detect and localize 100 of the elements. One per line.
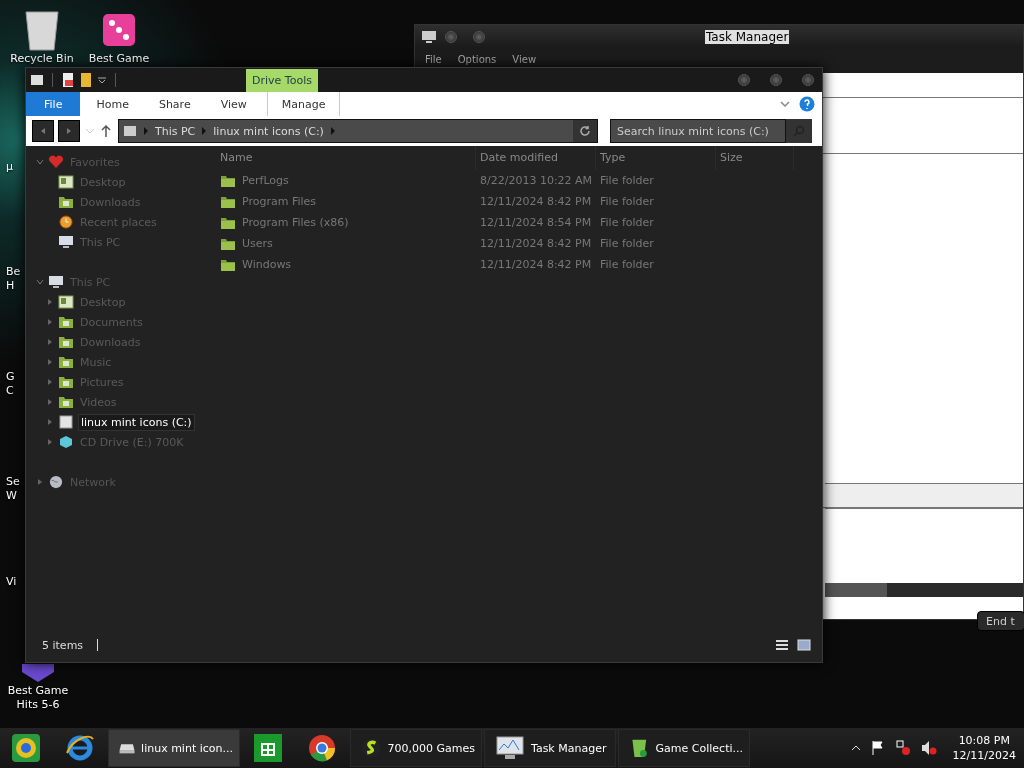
nav-item[interactable]: Downloads [78,194,143,210]
refresh-icon [579,125,591,137]
ribbon-tab[interactable]: File [26,92,81,116]
column-header[interactable]: Date modified [476,146,596,170]
ribbon-tab[interactable]: Home [82,92,143,116]
folder-icon[interactable] [79,72,93,88]
table-cell-text: File folder [599,195,655,208]
back-button[interactable] [32,120,54,142]
desktop-icon-label: C [6,384,14,398]
trash-bin-icon[interactable] [22,8,62,52]
forward-arrow-icon [65,127,73,135]
chevron-right-icon[interactable] [143,127,149,135]
desktop-icon-label: Best Game [88,52,150,66]
table-cell-text: File folder [599,237,655,250]
expand-arrow-icon[interactable] [46,298,54,306]
menu-item[interactable]: Options [457,53,497,65]
expand-arrow-icon[interactable] [46,338,54,346]
help-icon[interactable] [799,96,815,112]
folder-icon [220,257,236,272]
folder-icon [58,315,74,329]
folder-icon [220,236,236,251]
speaker-muted-icon[interactable] [920,740,937,756]
maximize-button[interactable] [473,31,485,43]
expand-arrow-icon[interactable] [46,358,54,366]
search-field[interactable]: Search linux mint icons (C:) [610,119,786,143]
taskbar-button[interactable]: 700,000 Games [350,729,482,767]
taskbar-button[interactable]: linux mint icon... [108,729,240,767]
clock[interactable]: 10:08 PM 12/11/2024 [952,733,1016,763]
window-title: Task Manager [705,30,790,44]
drive-icon [123,125,137,137]
browser-icon [11,733,41,763]
chevron-down-icon[interactable] [779,99,791,109]
file-name[interactable]: Windows [242,258,292,271]
horizontal-scrollbar[interactable] [825,583,1023,597]
expand-arrow-icon[interactable] [46,418,54,426]
menu-item[interactable]: File [425,53,442,65]
table-cell-text: File folder [599,258,655,271]
breadcrumb-item[interactable]: This PC [155,124,196,138]
document-icon[interactable] [61,72,75,88]
nav-item[interactable]: Desktop [78,174,128,190]
forward-button[interactable] [58,120,80,142]
ribbon-tab[interactable]: View [206,92,261,116]
nav-item[interactable]: Music [78,354,114,370]
folder-icon [58,395,74,409]
taskbar-button[interactable]: Game Collecti... [618,729,750,767]
flag-icon[interactable] [870,740,885,756]
file-name[interactable]: Users [242,237,273,250]
refresh-button[interactable] [573,120,597,142]
desktop-icon-label: Best Game [7,684,69,698]
table-cell-text: File folder [599,174,655,187]
cd-drive-icon [58,435,74,449]
file-name[interactable]: Program Files (x86) [242,216,349,229]
desktop-icon [58,175,74,189]
desktop-icon-label: W [6,489,17,503]
back-arrow-icon [39,127,47,135]
minimize-button[interactable] [738,74,750,86]
collapse-arrow-icon[interactable] [36,478,44,486]
column-header[interactable]: Name [216,146,476,170]
table-cell-text: 12/11/2024 8:42 PM [479,258,593,271]
computer-icon [48,275,64,289]
menu-item[interactable]: View [512,53,537,65]
network-error-icon[interactable] [894,740,911,756]
folder-icon [58,335,74,349]
nav-item[interactable]: Recent places [78,214,159,230]
folder-icon [58,195,74,209]
expand-arrow-icon[interactable] [46,438,54,446]
nav-item[interactable]: Desktop [78,294,128,310]
table-cell-text: File folder [599,216,655,229]
nav-item[interactable]: linux mint icons (C:) [78,413,195,431]
taskbar-button[interactable]: Task Manager [484,729,616,767]
table-cell-text: 8/22/2013 10:22 AM [479,174,594,187]
column-header[interactable]: Type [596,146,716,170]
close-button[interactable] [802,74,814,86]
desktop-icon-label: Be [6,265,21,279]
nav-item[interactable]: Downloads [78,334,143,350]
breadcrumb-item[interactable]: linux mint icons (C:) [213,124,324,138]
caret-up-icon[interactable] [850,744,861,752]
minimize-button[interactable] [445,31,457,43]
up-arrow-icon[interactable] [100,124,112,138]
desktop-icon-label: Se [6,475,20,489]
file-name[interactable]: PerfLogs [242,174,289,187]
desktop-icon-label: Vi [6,575,17,589]
dropdown-icon[interactable] [97,75,107,85]
column-header[interactable]: Size [716,146,794,170]
end-task-button[interactable]: End t [977,611,1024,631]
nav-item[interactable]: Pictures [78,374,126,390]
large-icons-view-icon[interactable] [796,638,812,652]
nav-item[interactable]: Videos [78,394,119,410]
nav-item[interactable]: This PC [78,234,123,250]
ribbon-tab[interactable]: Share [144,92,205,116]
expand-arrow-icon[interactable] [46,318,54,326]
table-cell-text: 12/11/2024 8:42 PM [479,195,593,208]
expand-arrow-icon[interactable] [46,398,54,406]
expand-arrow-icon[interactable] [46,378,54,386]
chevron-right-icon[interactable] [329,127,336,135]
details-view-icon[interactable] [774,638,790,652]
maximize-button[interactable] [770,74,782,86]
globe-icon [48,475,64,489]
chevron-right-icon[interactable] [201,127,208,135]
file-name[interactable]: Program Files [242,195,317,208]
